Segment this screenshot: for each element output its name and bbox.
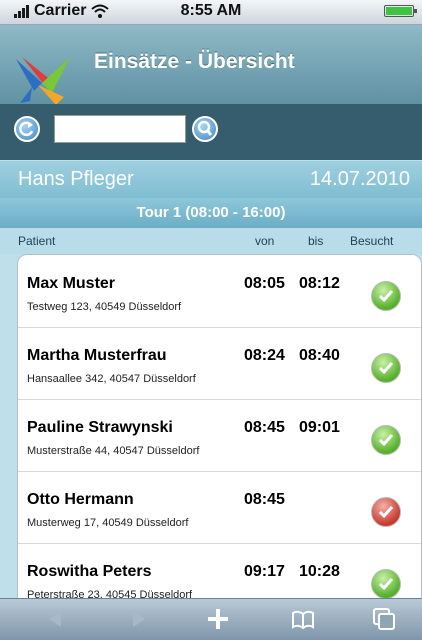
- nurse-bar: Hans Pfleger 14.07.2010: [0, 161, 422, 198]
- pages-icon[interactable]: [371, 606, 397, 632]
- visit-end: 08:12: [299, 275, 340, 292]
- check-icon[interactable]: [371, 281, 401, 311]
- column-header: Patient von bis Besucht: [0, 228, 422, 254]
- patient-list: Max Muster Testweg 123, 40549 Düsseldorf…: [17, 254, 422, 600]
- schedule-date: 14.07.2010: [309, 168, 410, 190]
- tour-label: Tour 1 (08:00 - 16:00): [0, 198, 422, 228]
- patient-address: Hansaallee 342, 40547 Düsseldorf: [27, 373, 196, 385]
- visit-start: 08:05: [244, 275, 285, 292]
- patient-address: Musterstraße 44, 40547 Düsseldorf: [27, 445, 200, 457]
- patient-address: Testweg 123, 40549 Düsseldorf: [27, 301, 182, 313]
- nurse-name: Hans Pfleger: [18, 168, 134, 190]
- search-icon: [197, 120, 213, 136]
- list-item[interactable]: Max Muster Testweg 123, 40549 Düsseldorf…: [18, 255, 421, 328]
- list-item[interactable]: Otto Hermann Musterweg 17, 40549 Düsseld…: [18, 471, 421, 544]
- refresh-icon: [19, 121, 34, 137]
- patient-name: Max Muster: [27, 275, 116, 292]
- visit-start: 08:24: [244, 347, 285, 364]
- visit-end: 08:40: [299, 347, 340, 364]
- check-icon[interactable]: [371, 353, 401, 383]
- list-item[interactable]: Martha Musterfrau Hansaallee 342, 40547 …: [18, 327, 421, 400]
- back-arrow-icon[interactable]: [43, 606, 69, 632]
- visit-end: 09:01: [299, 419, 340, 436]
- browser-toolbar: [0, 598, 422, 640]
- column-besucht: Besucht: [350, 234, 394, 248]
- check-icon[interactable]: [371, 569, 401, 599]
- bookmarks-icon[interactable]: [290, 606, 316, 632]
- patient-name: Pauline Strawynski: [27, 419, 173, 436]
- plus-icon[interactable]: [205, 606, 231, 632]
- visit-end: 10:28: [299, 563, 340, 580]
- search-input[interactable]: [54, 115, 186, 143]
- app-logo-icon: [16, 57, 70, 105]
- check-icon[interactable]: [371, 497, 401, 527]
- patient-name: Otto Hermann: [27, 491, 134, 508]
- visit-start: 08:45: [244, 419, 285, 436]
- app-header: Einsätze - Übersicht: [0, 25, 422, 105]
- patient-address: Musterweg 17, 40549 Düsseldorf: [27, 517, 189, 529]
- battery-icon: [384, 5, 417, 17]
- column-bis: bis: [308, 234, 324, 248]
- clock: 8:55 AM: [180, 2, 242, 19]
- list-item[interactable]: Pauline Strawynski Musterstraße 44, 4054…: [18, 399, 421, 472]
- patient-name: Roswitha Peters: [27, 563, 152, 580]
- column-von: von: [255, 234, 275, 248]
- visit-start: 09:17: [244, 563, 285, 580]
- forward-arrow-icon[interactable]: [125, 606, 151, 632]
- search-button[interactable]: [192, 116, 218, 142]
- refresh-button[interactable]: [14, 116, 40, 142]
- patient-name: Martha Musterfrau: [27, 347, 167, 364]
- page-title: Einsätze - Übersicht: [94, 50, 295, 73]
- status-bar: Carrier 8:55 AM: [0, 0, 422, 25]
- column-patient: Patient: [18, 234, 56, 248]
- visit-start: 08:45: [244, 491, 285, 508]
- check-icon[interactable]: [371, 425, 401, 455]
- list-item[interactable]: Roswitha Peters Peterstraße 23, 40545 Dü…: [18, 543, 421, 599]
